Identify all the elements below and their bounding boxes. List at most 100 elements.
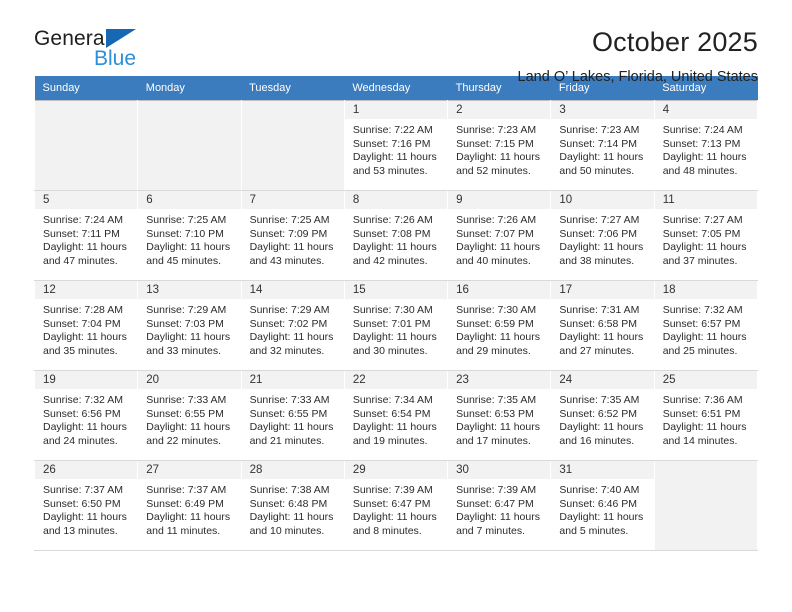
- title-block: October 2025 Land O’ Lakes, Florida, Uni…: [518, 26, 758, 87]
- day-details: Sunrise: 7:23 AM Sunset: 7:15 PM Daylight:…: [448, 119, 550, 178]
- day-number: 5: [35, 191, 138, 209]
- calendar-day-cell[interactable]: 15 Sunrise: 7:30 AM Sunset: 7:01 PM Dayligh…: [343, 280, 449, 371]
- daylight-text: Daylight: 11 hours and 29 minutes.: [456, 331, 540, 357]
- day-number: 12: [35, 281, 138, 299]
- calendar-day-cell[interactable]: 9 Sunrise: 7:26 AM Sunset: 7:07 PM Daylight…: [447, 190, 552, 281]
- calendar-page: General Blue October 2025 Land O’ Lakes,…: [0, 0, 792, 612]
- day-details: Sunrise: 7:34 AM Sunset: 6:54 PM Daylight:…: [345, 389, 447, 448]
- day-details: Sunrise: 7:36 AM Sunset: 6:51 PM Daylight:…: [655, 389, 757, 448]
- calendar-day-cell[interactable]: 1 Sunrise: 7:22 AM Sunset: 7:16 PM Daylight…: [343, 100, 449, 191]
- daylight-text: Daylight: 11 hours and 33 minutes.: [146, 331, 231, 357]
- sunset-text: Sunset: 6:59 PM: [456, 317, 534, 330]
- calendar-day-cell[interactable]: 14 Sunrise: 7:29 AM Sunset: 7:02 PM Dayligh…: [240, 280, 345, 371]
- calendar-day-cell[interactable]: 30 Sunrise: 7:39 AM Sunset: 6:47 PM Dayligh…: [447, 460, 552, 551]
- daylight-text: Daylight: 11 hours and 40 minutes.: [456, 241, 540, 267]
- daylight-text: Daylight: 11 hours and 43 minutes.: [249, 241, 334, 267]
- calendar-day-cell[interactable]: 29 Sunrise: 7:39 AM Sunset: 6:47 PM Dayligh…: [343, 460, 449, 551]
- sunset-text: Sunset: 7:08 PM: [352, 227, 431, 240]
- calendar-day-cell[interactable]: 22 Sunrise: 7:34 AM Sunset: 6:54 PM Dayligh…: [343, 370, 449, 461]
- weekday-header-wednesday: Wednesday: [344, 76, 448, 101]
- daylight-text: Daylight: 11 hours and 32 minutes.: [249, 331, 334, 357]
- sunrise-text: Sunrise: 7:40 AM: [559, 484, 640, 496]
- daylight-text: Daylight: 11 hours and 17 minutes.: [456, 421, 540, 447]
- sunset-text: Sunset: 6:55 PM: [146, 407, 224, 420]
- sunset-text: Sunset: 6:53 PM: [456, 407, 534, 420]
- day-number: 23: [448, 371, 551, 389]
- calendar-day-cell[interactable]: 20 Sunrise: 7:33 AM Sunset: 6:55 PM Dayligh…: [137, 370, 242, 461]
- daylight-text: Daylight: 11 hours and 19 minutes.: [352, 421, 437, 447]
- calendar-week-row: 12 Sunrise: 7:28 AM Sunset: 7:04 PM Dayligh…: [33, 280, 759, 371]
- daylight-text: Daylight: 11 hours and 25 minutes.: [662, 331, 747, 357]
- day-number: 22: [344, 371, 448, 389]
- sunset-text: Sunset: 6:46 PM: [559, 497, 638, 510]
- calendar-day-cell[interactable]: 6 Sunrise: 7:25 AM Sunset: 7:10 PM Daylight…: [137, 190, 242, 281]
- calendar-day-cell[interactable]: 16 Sunrise: 7:30 AM Sunset: 6:59 PM Dayligh…: [447, 280, 552, 371]
- weekday-header-tuesday: Tuesday: [241, 76, 345, 101]
- sunset-text: Sunset: 6:48 PM: [249, 497, 328, 510]
- daylight-text: Daylight: 11 hours and 50 minutes.: [559, 151, 644, 177]
- day-number: 2: [448, 101, 551, 119]
- daylight-text: Daylight: 11 hours and 53 minutes.: [352, 151, 437, 177]
- sunset-text: Sunset: 7:02 PM: [249, 317, 328, 330]
- calendar-week-row: 26 Sunrise: 7:37 AM Sunset: 6:50 PM Dayligh…: [33, 460, 759, 551]
- calendar-day-cell[interactable]: 12 Sunrise: 7:28 AM Sunset: 7:04 PM Dayligh…: [33, 280, 139, 371]
- calendar-day-cell[interactable]: 23 Sunrise: 7:35 AM Sunset: 6:53 PM Dayligh…: [447, 370, 552, 461]
- calendar-day-cell[interactable]: 19 Sunrise: 7:32 AM Sunset: 6:56 PM Dayligh…: [33, 370, 139, 461]
- day-number: 9: [448, 191, 551, 209]
- day-number: 19: [35, 371, 138, 389]
- calendar-week-row: 19 Sunrise: 7:32 AM Sunset: 6:56 PM Dayligh…: [33, 370, 759, 461]
- calendar-table: Sunday Monday Tuesday Wednesday Thursday…: [33, 76, 759, 551]
- sunrise-text: Sunrise: 7:39 AM: [456, 484, 537, 496]
- calendar-day-cell[interactable]: 21 Sunrise: 7:33 AM Sunset: 6:55 PM Dayligh…: [240, 370, 345, 461]
- calendar-day-cell[interactable]: 17 Sunrise: 7:31 AM Sunset: 6:58 PM Dayligh…: [550, 280, 655, 371]
- calendar-week-row: 1 Sunrise: 7:22 AM Sunset: 7:16 PM Daylight…: [33, 100, 759, 191]
- day-number: 16: [448, 281, 551, 299]
- calendar-day-cell[interactable]: 24 Sunrise: 7:35 AM Sunset: 6:52 PM Dayligh…: [550, 370, 655, 461]
- day-number: 13: [138, 281, 241, 299]
- sunset-text: Sunset: 7:15 PM: [456, 137, 534, 150]
- calendar-day-cell[interactable]: 27 Sunrise: 7:37 AM Sunset: 6:49 PM Dayligh…: [137, 460, 242, 551]
- calendar-day-cell[interactable]: 13 Sunrise: 7:29 AM Sunset: 7:03 PM Dayligh…: [137, 280, 242, 371]
- daylight-text: Daylight: 11 hours and 8 minutes.: [352, 511, 437, 537]
- day-details: Sunrise: 7:37 AM Sunset: 6:50 PM Daylight:…: [35, 479, 137, 538]
- calendar-day-cell[interactable]: 18 Sunrise: 7:32 AM Sunset: 6:57 PM Dayligh…: [653, 280, 759, 371]
- calendar-day-cell[interactable]: 8 Sunrise: 7:26 AM Sunset: 7:08 PM Daylight…: [343, 190, 449, 281]
- calendar-day-cell[interactable]: 2 Sunrise: 7:23 AM Sunset: 7:15 PM Daylight…: [447, 100, 552, 191]
- sunrise-text: Sunrise: 7:33 AM: [249, 394, 330, 406]
- day-details: Sunrise: 7:37 AM Sunset: 6:49 PM Daylight:…: [138, 479, 240, 538]
- page-subtitle: Land O’ Lakes, Florida, United States: [517, 69, 758, 85]
- calendar-day-cell[interactable]: 28 Sunrise: 7:38 AM Sunset: 6:48 PM Dayligh…: [240, 460, 345, 551]
- day-number: 10: [551, 191, 654, 209]
- sunrise-text: Sunrise: 7:33 AM: [146, 394, 227, 406]
- sunrise-text: Sunrise: 7:34 AM: [352, 394, 433, 406]
- calendar-day-cell[interactable]: 11 Sunrise: 7:27 AM Sunset: 7:05 PM Dayligh…: [653, 190, 759, 281]
- sunrise-text: Sunrise: 7:35 AM: [559, 394, 640, 406]
- page-header: General Blue October 2025 Land O’ Lakes,…: [34, 0, 758, 85]
- sunrise-text: Sunrise: 7:30 AM: [352, 304, 433, 316]
- day-number: 3: [551, 101, 654, 119]
- day-details: Sunrise: 7:38 AM Sunset: 6:48 PM Daylight:…: [242, 479, 344, 538]
- day-details: Sunrise: 7:25 AM Sunset: 7:09 PM Daylight:…: [242, 209, 344, 268]
- sunrise-text: Sunrise: 7:30 AM: [456, 304, 537, 316]
- sunset-text: Sunset: 7:06 PM: [559, 227, 638, 240]
- daylight-text: Daylight: 11 hours and 13 minutes.: [43, 511, 127, 537]
- calendar-day-cell[interactable]: 4 Sunrise: 7:24 AM Sunset: 7:13 PM Daylight…: [653, 100, 759, 191]
- calendar-day-cell[interactable]: 26 Sunrise: 7:37 AM Sunset: 6:50 PM Dayligh…: [33, 460, 139, 551]
- day-details: Sunrise: 7:30 AM Sunset: 6:59 PM Daylight:…: [448, 299, 550, 358]
- calendar-day-cell[interactable]: 7 Sunrise: 7:25 AM Sunset: 7:09 PM Daylight…: [240, 190, 345, 281]
- daylight-text: Daylight: 11 hours and 37 minutes.: [662, 241, 747, 267]
- sunrise-text: Sunrise: 7:24 AM: [43, 214, 123, 226]
- day-details: Sunrise: 7:27 AM Sunset: 7:06 PM Daylight:…: [551, 209, 653, 268]
- calendar-day-cell[interactable]: 25 Sunrise: 7:36 AM Sunset: 6:51 PM Dayligh…: [653, 370, 759, 461]
- generalblue-logo[interactable]: General Blue: [34, 26, 146, 72]
- day-details: Sunrise: 7:33 AM Sunset: 6:55 PM Daylight:…: [242, 389, 344, 448]
- calendar-day-cell[interactable]: 10 Sunrise: 7:27 AM Sunset: 7:06 PM Dayligh…: [550, 190, 655, 281]
- sunset-text: Sunset: 7:16 PM: [352, 137, 431, 150]
- day-details: Sunrise: 7:33 AM Sunset: 6:55 PM Daylight:…: [138, 389, 240, 448]
- sunset-text: Sunset: 6:47 PM: [456, 497, 534, 510]
- sunset-text: Sunset: 6:57 PM: [662, 317, 741, 330]
- calendar-day-cell[interactable]: 3 Sunrise: 7:23 AM Sunset: 7:14 PM Daylight…: [550, 100, 655, 191]
- sunset-text: Sunset: 6:58 PM: [559, 317, 638, 330]
- calendar-day-cell[interactable]: 5 Sunrise: 7:24 AM Sunset: 7:11 PM Daylight…: [33, 190, 139, 281]
- calendar-day-cell[interactable]: 31 Sunrise: 7:40 AM Sunset: 6:46 PM Dayligh…: [550, 460, 655, 551]
